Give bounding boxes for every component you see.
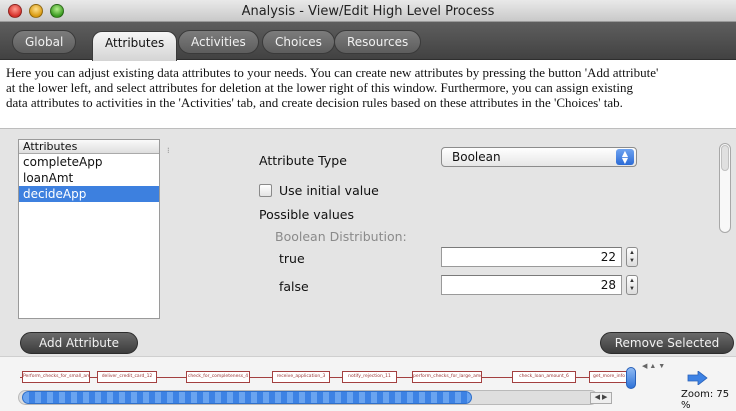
process-activity[interactable]: get_more_info (589, 371, 629, 383)
tab-choices[interactable]: Choices (262, 30, 335, 54)
possible-values-label: Possible values (259, 207, 354, 222)
false-value-field[interactable]: 28 (441, 275, 622, 295)
attribute-list[interactable]: Attributes completeApp loanAmt decideApp (18, 139, 160, 319)
title-bar: Analysis - View/Edit High Level Process (0, 0, 736, 22)
tab-global[interactable]: Global (12, 30, 77, 54)
remove-selected-button[interactable]: Remove Selected (600, 332, 734, 354)
attribute-list-header[interactable]: Attributes (19, 140, 159, 154)
false-value-stepper[interactable]: ▲ ▼ (626, 275, 638, 295)
process-activity[interactable]: check_loan_amount_6 (512, 371, 576, 383)
true-value-stepper[interactable]: ▲ ▼ (626, 247, 638, 267)
attributes-panel: Attributes completeApp loanAmt decideApp… (0, 128, 736, 356)
attribute-type-value: Boolean (452, 150, 501, 164)
process-activity[interactable]: check_for_completeness_4 (186, 371, 250, 383)
horizontal-scrollbar-thumb[interactable] (22, 391, 472, 404)
help-line: Here you can adjust existing data attrib… (6, 65, 659, 80)
list-item[interactable]: completeApp (19, 154, 159, 170)
split-divider-handle[interactable]: ⁝ (167, 146, 170, 155)
zoom-level-label: Zoom: 75 % (681, 389, 730, 411)
chevron-updown-icon: ▲ ▼ (616, 149, 634, 165)
process-activity[interactable]: Perform_checks_for_small_amount_6 (22, 371, 90, 383)
vertical-scrollbar[interactable] (719, 143, 731, 233)
use-initial-value-label[interactable]: Use initial value (279, 183, 379, 198)
help-description: Here you can adjust existing data attrib… (6, 65, 736, 110)
help-line: at the lower left, and select attributes… (6, 80, 633, 95)
false-label: false (279, 279, 309, 294)
arrow-right-icon[interactable] (686, 371, 708, 385)
true-value-field[interactable]: 22 (441, 247, 622, 267)
scroll-arrows[interactable]: ◀ ▶ (590, 392, 612, 404)
zoom-slider[interactable] (626, 367, 636, 389)
scrollbar-thumb[interactable] (721, 145, 729, 171)
process-overview: Perform_checks_for_small_amount_6 delive… (0, 356, 736, 411)
true-label: true (279, 251, 305, 266)
attribute-type-select[interactable]: Boolean ▲ ▼ (441, 147, 637, 167)
use-initial-value-checkbox[interactable] (259, 184, 272, 197)
list-item[interactable]: loanAmt (19, 170, 159, 186)
tab-attributes[interactable]: Attributes (92, 31, 178, 61)
process-activity[interactable]: deliver_credit_card_12 (97, 371, 157, 383)
help-line: data attributes to activities in the 'Ac… (6, 95, 623, 110)
zoom-nudge-icons[interactable]: ◀▲▼ (642, 362, 667, 370)
tab-resources[interactable]: Resources (334, 30, 422, 54)
tab-activities[interactable]: Activities (178, 30, 259, 54)
window-title: Analysis - View/Edit High Level Process (241, 4, 495, 19)
attribute-type-label: Attribute Type (259, 153, 347, 168)
process-activity[interactable]: perform_checks_for_large_amount_7 (412, 371, 482, 383)
process-activity[interactable]: receive_application_3 (272, 371, 330, 383)
process-activity[interactable]: notify_rejection_11 (342, 371, 397, 383)
boolean-distribution-label: Boolean Distribution: (275, 229, 407, 244)
add-attribute-button[interactable]: Add Attribute (20, 332, 138, 354)
tab-bar: Global Attributes Activities Choices Res… (0, 22, 736, 61)
list-item[interactable]: decideApp (19, 186, 159, 202)
